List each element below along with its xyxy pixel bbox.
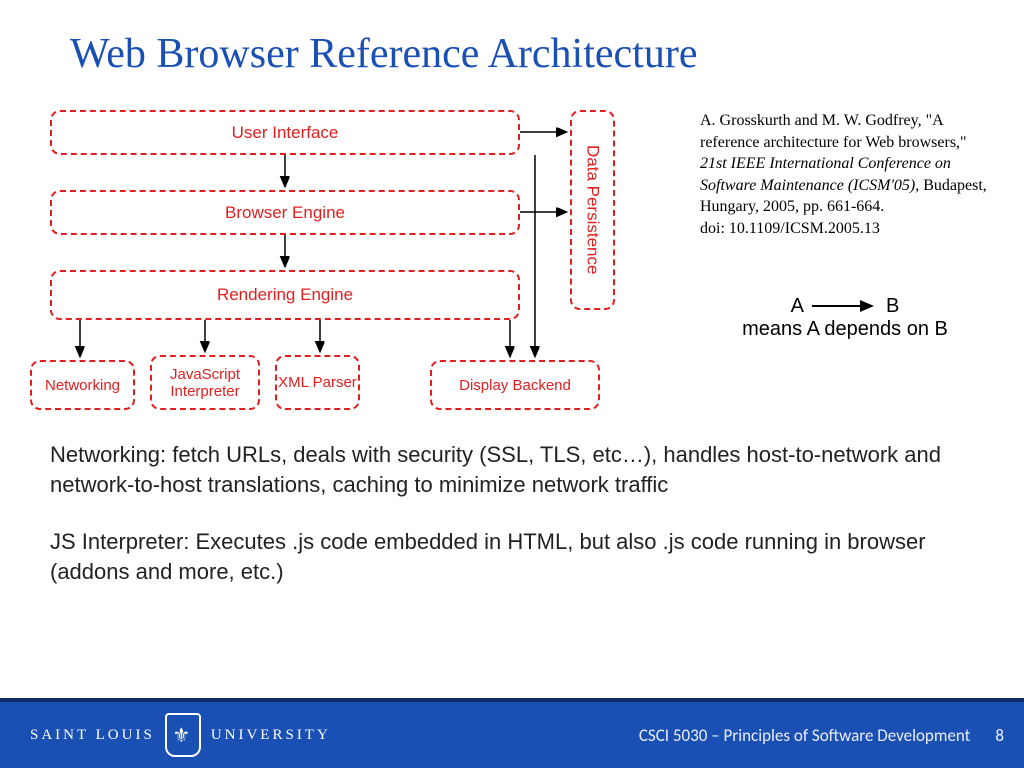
footer-brand: SAINT LOUIS ⚜ UNIVERSITY <box>0 713 331 757</box>
paragraph-networking: Networking: fetch URLs, deals with secur… <box>50 440 964 499</box>
page-number: 8 <box>995 725 1004 746</box>
body-text: Networking: fetch URLs, deals with secur… <box>50 440 964 587</box>
footer-course: CSCI 5030 – Principles of Software Devel… <box>639 725 1024 746</box>
slide-title: Web Browser Reference Architecture <box>0 0 1024 78</box>
diagram-arrows <box>30 105 680 415</box>
citation-venue: 21st IEEE International Conference on So… <box>700 155 951 194</box>
legend-b: B <box>886 295 899 318</box>
citation-doi: doi: 10.1109/ICSM.2005.13 <box>700 220 880 237</box>
course-name: CSCI 5030 – Principles of Software Devel… <box>639 725 971 746</box>
brand-text-1: SAINT LOUIS <box>30 727 155 744</box>
footer: SAINT LOUIS ⚜ UNIVERSITY CSCI 5030 – Pri… <box>0 698 1024 768</box>
citation-authors: A. Grosskurth and M. W. Godfrey, "A refe… <box>700 112 967 151</box>
legend-means: means A depends on B <box>700 318 990 341</box>
architecture-diagram: User Interface Browser Engine Rendering … <box>30 105 680 415</box>
citation-text: A. Grosskurth and M. W. Godfrey, "A refe… <box>700 110 990 240</box>
legend-a: A <box>791 295 804 318</box>
legend: A B means A depends on B <box>700 295 990 341</box>
arrow-icon <box>810 299 880 313</box>
shield-icon: ⚜ <box>165 713 201 757</box>
paragraph-js: JS Interpreter: Executes .js code embedd… <box>50 527 964 586</box>
brand-text-2: UNIVERSITY <box>211 727 331 744</box>
